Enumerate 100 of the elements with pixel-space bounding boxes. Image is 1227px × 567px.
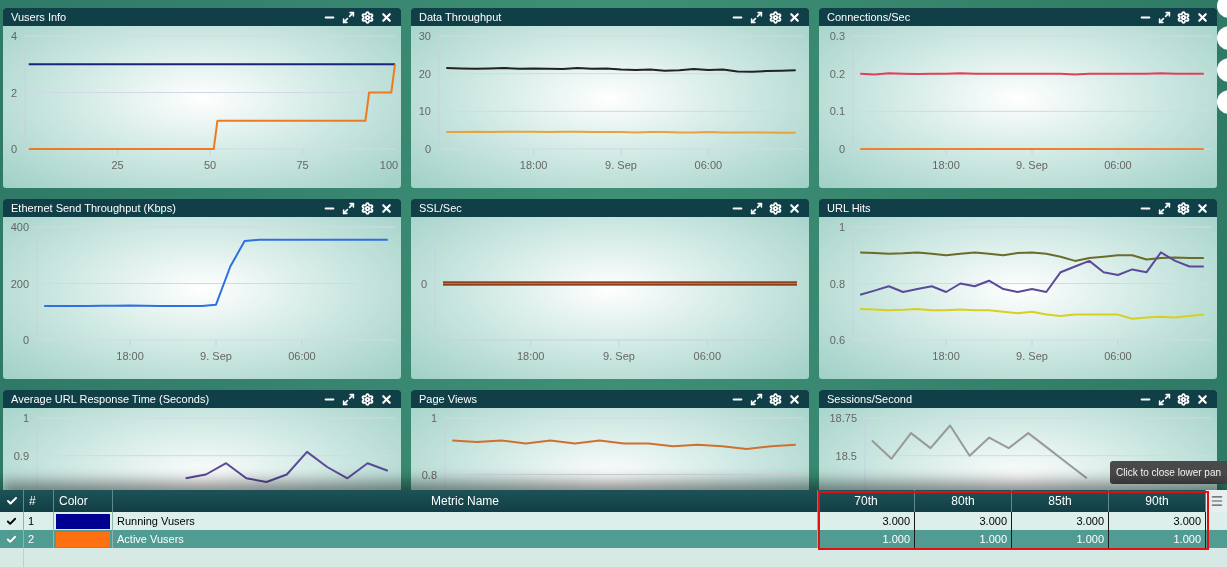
panel-title: Ethernet Send Throughput (Kbps)	[11, 200, 177, 216]
axis-label: 1	[22, 412, 29, 424]
axis-label: 0.6	[829, 334, 845, 346]
check-icon[interactable]	[6, 533, 17, 545]
expand-icon[interactable]	[342, 10, 355, 24]
column-header[interactable]: 80th	[951, 492, 975, 510]
axis-label: 200	[10, 277, 29, 290]
axis-label: 25	[111, 159, 124, 171]
column-header[interactable]: 70th	[854, 492, 878, 510]
column-header[interactable]: #	[29, 492, 36, 510]
table-cell-text: 1.000	[1076, 531, 1104, 547]
close-icon[interactable]	[380, 392, 393, 406]
axis-label: 0	[420, 277, 427, 290]
axis-label: 18.5	[835, 449, 857, 462]
check-icon[interactable]	[6, 515, 17, 527]
close-icon[interactable]	[1196, 201, 1209, 215]
axis-label: 30	[418, 30, 431, 42]
check-icon[interactable]	[5, 495, 18, 507]
expand-icon[interactable]	[1158, 392, 1171, 406]
axis-label: 0.9	[13, 449, 29, 462]
axis-label: 18:00	[519, 159, 548, 171]
axis-label: 1	[838, 221, 845, 233]
axis-label: 0	[838, 143, 845, 155]
close-icon[interactable]	[380, 201, 393, 215]
axis-label: 9. Sep	[603, 350, 635, 362]
axis-label: 06:00	[288, 350, 316, 362]
menu-icon[interactable]	[1209, 494, 1224, 508]
axis-label: 06:00	[693, 350, 722, 362]
table-cell-text: 3.000	[1173, 513, 1201, 529]
panel-title: Sessions/Second	[827, 391, 913, 407]
settings-icon[interactable]	[361, 10, 374, 24]
table-cell-text: Running Vusers	[117, 513, 195, 529]
close-icon[interactable]	[788, 10, 801, 24]
table-cell-text: 3.000	[882, 513, 910, 529]
panel-title: SSL/Sec	[419, 200, 463, 216]
table-cell-text: 1.000	[1173, 531, 1201, 547]
expand-icon[interactable]	[342, 392, 355, 406]
axis-label: 18.75	[829, 412, 857, 424]
column-header[interactable]: 85th	[1048, 492, 1072, 510]
axis-label: 1	[430, 412, 437, 424]
column-header[interactable]: Color	[59, 492, 88, 510]
axis-label: 18:00	[932, 350, 960, 362]
axis-label: 18:00	[516, 350, 545, 362]
panel-title: Average URL Response Time (Seconds)	[11, 391, 211, 407]
column-header[interactable]: Metric Name	[431, 492, 499, 510]
table-cell-text: Active Vusers	[117, 531, 184, 547]
table-cell-text: 1	[28, 513, 35, 529]
axis-label: 06:00	[694, 159, 723, 171]
axis-label: 0.8	[829, 277, 845, 290]
close-icon[interactable]	[1196, 10, 1209, 24]
settings-icon[interactable]	[1177, 201, 1190, 215]
axis-label: 100	[379, 159, 399, 171]
table-cell-text: 3.000	[1076, 513, 1104, 529]
axis-label: 18:00	[932, 159, 960, 171]
axis-label: 75	[296, 159, 309, 171]
axis-label: 9. Sep	[200, 350, 232, 362]
settings-icon[interactable]	[769, 10, 782, 24]
panel-title: Data Throughput	[419, 9, 503, 25]
expand-icon[interactable]	[1158, 10, 1171, 24]
close-icon[interactable]	[788, 201, 801, 215]
axis-label: 18:00	[116, 350, 144, 362]
axis-label: 06:00	[1104, 159, 1132, 171]
settings-icon[interactable]	[361, 392, 374, 406]
axis-label: 0	[424, 143, 431, 155]
table-cell-text: 3.000	[979, 513, 1007, 529]
panel-title: URL Hits	[827, 200, 872, 216]
settings-icon[interactable]	[769, 201, 782, 215]
close-icon[interactable]	[1196, 392, 1209, 406]
tooltip: Click to close lower pan	[1110, 461, 1227, 484]
close-icon[interactable]	[380, 10, 393, 24]
close-icon[interactable]	[788, 392, 801, 406]
expand-icon[interactable]	[1158, 201, 1171, 215]
axis-label: 0	[22, 334, 29, 346]
settings-icon[interactable]	[1177, 10, 1190, 24]
axis-label: 2	[10, 86, 17, 99]
expand-icon[interactable]	[750, 392, 763, 406]
axis-label: 0	[10, 143, 17, 155]
table-row[interactable]: 1 Running Vusers 3.000 3.000 3.000 3.000	[0, 512, 1227, 530]
axis-label: 400	[10, 221, 29, 233]
panel-title: Vusers Info	[11, 9, 68, 25]
axis-label: 0.8	[421, 468, 437, 481]
axis-label: 0.2	[829, 67, 845, 80]
axis-label: 9. Sep	[1016, 350, 1048, 362]
axis-label: 20	[418, 67, 431, 80]
axis-label: 4	[10, 30, 17, 42]
axis-label: 06:00	[1104, 350, 1132, 362]
axis-label: 9. Sep	[605, 159, 637, 171]
axis-label: 9. Sep	[1016, 159, 1048, 171]
settings-icon[interactable]	[769, 392, 782, 406]
panel-title: Page Views	[419, 391, 478, 407]
axis-label: 0.1	[829, 105, 845, 118]
settings-icon[interactable]	[361, 201, 374, 215]
table-cell-text: 2	[28, 531, 35, 547]
expand-icon[interactable]	[750, 201, 763, 215]
expand-icon[interactable]	[750, 10, 763, 24]
panel-title: Connections/Sec	[827, 9, 912, 25]
settings-icon[interactable]	[1177, 392, 1190, 406]
column-header[interactable]: 90th	[1145, 492, 1169, 510]
table-cell-text: 1.000	[882, 531, 910, 547]
expand-icon[interactable]	[342, 201, 355, 215]
